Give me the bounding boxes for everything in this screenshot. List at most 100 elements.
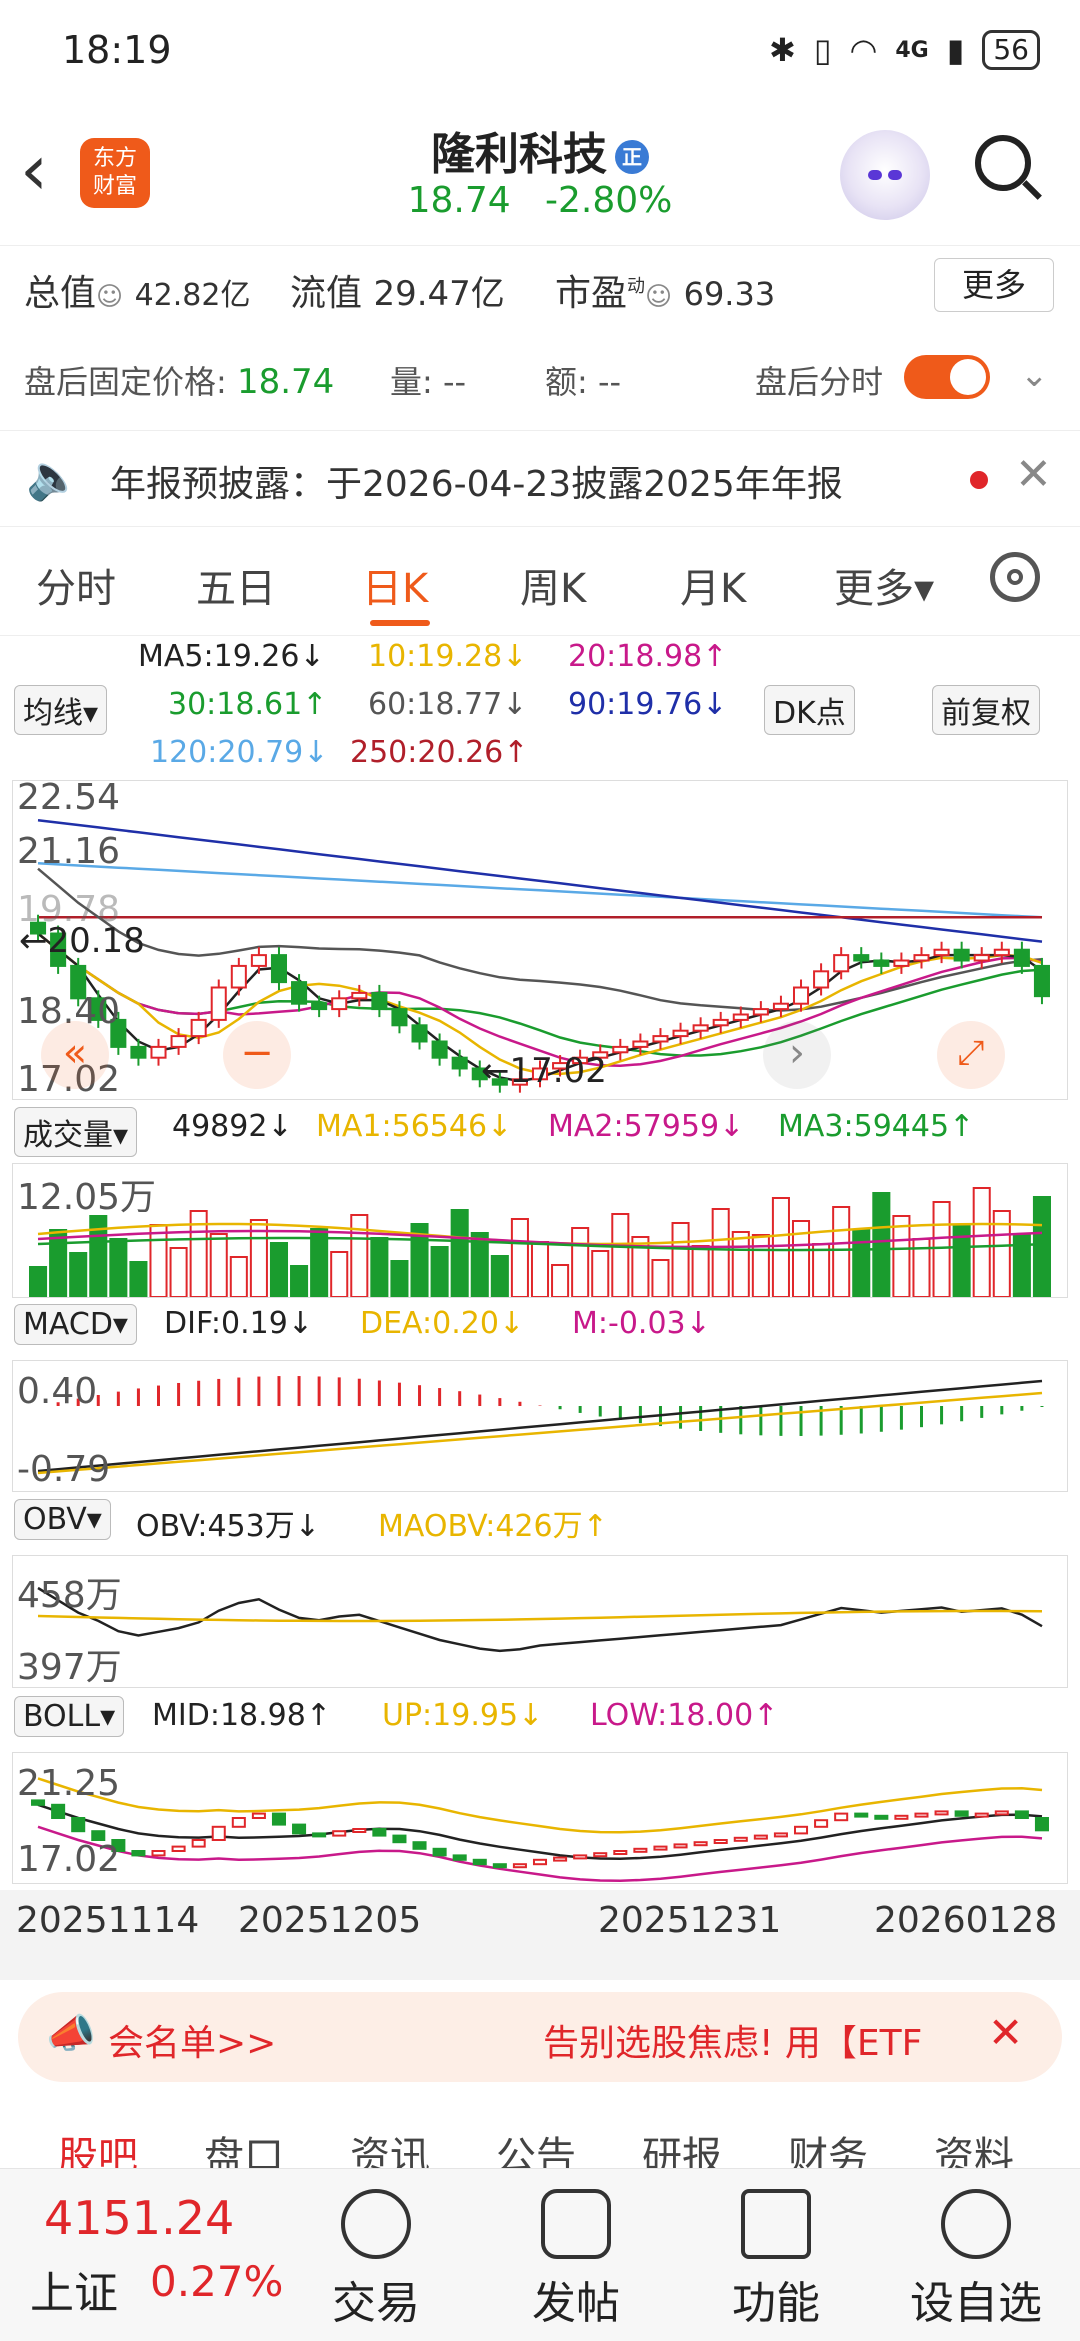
adjust-price-button[interactable]: 前复权 [932,685,1040,735]
macd-y-bottom: -0.79 [17,1449,111,1490]
volume-bar [832,1206,851,1297]
boll-candle [1034,1817,1049,1832]
volume-bar [691,1245,710,1297]
notice-bar[interactable]: 🔈 年报预披露：于2026-04-23披露2025年年报 ✕ [0,430,1080,527]
after-hours-amount: 额: -- [545,363,622,401]
macd-chart[interactable]: 0.40 -0.79 [12,1360,1068,1492]
boll-candle [532,1858,548,1866]
volume-bar [69,1252,88,1297]
assistant-robot-icon[interactable] [840,130,930,220]
after-hours-timeshare-label: 盘后分时 [755,363,884,401]
after-hours-bar: 盘后固定价格: 18.74 量: -- 额: -- 盘后分时 ⌄ [0,335,1080,425]
scroll-left-icon[interactable]: « [41,1021,109,1089]
dk-point-button[interactable]: DK点 [764,685,855,735]
nav-post[interactable]: 发帖 [496,2189,656,2331]
search-icon[interactable] [975,135,1031,191]
obv-ma: MAOBV:426万↑ [378,1509,608,1544]
boll-candle [472,1858,487,1866]
boll-candle [793,1825,809,1835]
volume-bar [510,1218,529,1297]
boll-candle [71,1817,86,1833]
volume-bar [731,1231,750,1297]
nav-functions-label: 功能 [732,2278,820,2329]
candle [873,959,890,967]
boll-candle [231,1817,246,1828]
volume-ma3: MA3:59445↑ [778,1109,975,1144]
candle [893,959,910,967]
tab-timeshare[interactable]: 分时 [36,556,116,614]
float-value: 流值 29.47亿 [290,264,505,316]
boll-candle [292,1823,307,1835]
index-name: 上证 [30,2268,118,2319]
boll-candle [251,1812,266,1819]
index-value[interactable]: 4151.24 [44,2191,234,2245]
candle [210,986,227,1021]
ma-selector[interactable]: 均线▾ [14,685,108,735]
signal-icon: ▮ [946,31,965,69]
boll-candle [392,1834,407,1844]
x-axis: 20251114 20251205 20251231 20260128 [0,1890,1080,1980]
boll-svg [31,1777,1049,1882]
boll-candle [713,1839,728,1844]
boll-candle [593,1852,608,1858]
banner-right-text: 告别选股焦虑! 用【ETF [543,2023,923,2064]
obv-y-top: 458万 [17,1575,122,1616]
close-icon[interactable]: ✕ [988,2008,1023,2057]
tab-five-day[interactable]: 五日 [196,556,276,614]
obv-value: OBV:453万↓ [136,1509,320,1544]
bluetooth-icon: ✱ [769,31,796,69]
promo-banner[interactable]: 📣 会名单>> 告别选股焦虑! 用【ETF ✕ [18,1992,1062,2082]
boll-candle [854,1812,869,1818]
volume-bar [330,1251,349,1297]
close-icon[interactable]: ✕ [1015,449,1052,500]
pe-sup: 动 [627,276,646,297]
volume-chart[interactable]: 12.05万 [12,1163,1068,1298]
candle [411,1024,428,1043]
chevron-down-icon[interactable]: ⌄ [1020,355,1049,395]
macd-legend: MACD▾ DIF:0.19↓ DEA:0.20↓ M:-0.03↓ [0,1302,1080,1358]
more-button[interactable]: 更多 [934,258,1054,312]
legend-ma250: 250:20.26↑ [350,735,529,770]
volume-value: 49892↓ [172,1109,293,1144]
volume-bar [611,1213,630,1297]
nav-watchlist[interactable]: 设自选 [896,2189,1056,2331]
volume-bar [872,1192,891,1297]
scroll-right-icon[interactable]: › [763,1021,831,1089]
stock-name: 隆利科技 [431,129,607,180]
volume-bar [49,1229,68,1297]
kline-chart[interactable]: 22.54 21.16 19.78 18.40 17.02 ←20.18 ←17… [12,777,1068,1100]
nav-functions[interactable]: 功能 [696,2189,856,2331]
active-tab-indicator [370,620,430,626]
candle [792,986,810,1005]
tab-daily-k[interactable]: 日K [362,556,428,614]
kline-low-marker: ←17.02 [481,1051,607,1091]
volume-selector[interactable]: 成交量▾ [14,1107,138,1157]
tab-monthly-k[interactable]: 月K [680,556,746,614]
fullscreen-icon[interactable]: ⤢ [937,1021,1005,1089]
macd-dea-line [37,1391,1043,1475]
boll-chart[interactable]: 21.25 17.02 [12,1752,1068,1884]
info-icon[interactable]: ☺ [96,282,123,312]
legend-ma10: 10:19.28↓ [368,639,528,674]
tab-weekly-k[interactable]: 周K [520,556,586,614]
banner-left-text: 会名单>> [108,2023,277,2064]
obv-chart[interactable]: 458万 397万 [12,1555,1068,1688]
boll-candle [753,1834,768,1840]
volume-bar [892,1215,911,1297]
tab-more[interactable]: 更多▾ [834,556,934,614]
boll-selector[interactable]: BOLL▾ [14,1696,125,1737]
obv-selector[interactable]: OBV▾ [14,1499,111,1540]
info-icon[interactable]: ☺ [645,282,672,312]
volume-bar [812,1243,831,1297]
boll-candle [834,1812,849,1822]
zoom-out-icon[interactable]: − [223,1021,291,1089]
candle [853,954,870,962]
volume-bar [390,1260,409,1297]
stock-header: ‹ 东方 财富 隆利科技正 18.74 -2.80% [0,100,1080,240]
volume-bar [1032,1196,1051,1297]
nav-trade[interactable]: 交易 [296,2189,456,2331]
gear-icon[interactable] [990,552,1040,602]
macd-selector[interactable]: MACD▾ [14,1304,137,1345]
after-hours-toggle[interactable] [904,355,990,399]
candle [311,1002,328,1011]
